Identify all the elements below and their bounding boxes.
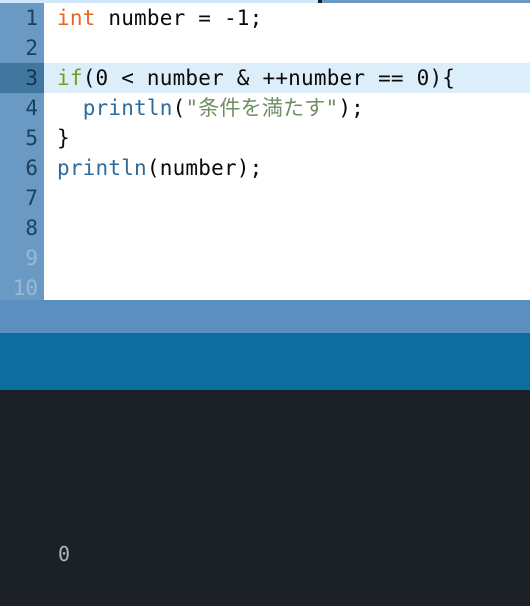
code-line-text[interactable] xyxy=(44,213,530,243)
code-line-list: 1 int number = -1; 2 3 if(0 < number & ++num… xyxy=(0,3,530,300)
code-line-row[interactable]: 2 xyxy=(0,33,530,63)
code-token-fn: println xyxy=(57,156,147,180)
code-token-plain: -1; xyxy=(223,6,263,30)
line-number[interactable]: 1 xyxy=(0,3,44,33)
code-line-text[interactable]: } xyxy=(44,123,530,153)
line-number[interactable]: 3 xyxy=(0,63,44,93)
code-line-text[interactable] xyxy=(44,183,530,213)
line-number[interactable]: 5 xyxy=(0,123,44,153)
code-token-str: "条件を満たす" xyxy=(185,96,339,120)
line-number[interactable]: 10 xyxy=(0,273,44,300)
code-line-text[interactable]: println(number); xyxy=(44,153,530,183)
code-line-row[interactable]: 9 xyxy=(0,243,530,273)
code-editor[interactable]: 1 int number = -1; 2 3 if(0 < number & ++num… xyxy=(0,3,530,300)
line-number[interactable]: 7 xyxy=(0,183,44,213)
code-token-plain: (0 < number & ++number == 0){ xyxy=(82,66,456,90)
code-token-kw: if xyxy=(57,66,83,90)
code-line-row[interactable]: 8 xyxy=(0,213,530,243)
console-output-line: 0 xyxy=(58,542,71,566)
panel-divider-lower-band xyxy=(0,333,530,390)
code-token-fn: println xyxy=(82,96,173,120)
code-line-row[interactable]: 1 int number = -1; xyxy=(0,3,530,33)
code-line-text[interactable]: println("条件を満たす"); xyxy=(44,93,530,123)
code-line-text[interactable] xyxy=(44,273,530,300)
console-panel[interactable]: 0 xyxy=(0,390,530,606)
code-token-plain: } xyxy=(57,126,70,150)
app-window: 1 int number = -1; 2 3 if(0 < number & ++num… xyxy=(0,0,530,606)
code-line-row[interactable]: 6 println(number); xyxy=(0,153,530,183)
code-line-row[interactable]: 4 println("条件を満たす"); xyxy=(0,93,530,123)
line-number[interactable]: 2 xyxy=(0,33,44,63)
code-line-text[interactable]: if(0 < number & ++number == 0){ xyxy=(44,63,530,93)
code-line-row[interactable]: 3 if(0 < number & ++number == 0){ xyxy=(0,63,530,93)
code-line-row[interactable]: 10 xyxy=(0,273,530,300)
line-number[interactable]: 6 xyxy=(0,153,44,183)
code-token-plain: number = xyxy=(95,6,224,30)
code-token-plain: (number); xyxy=(146,156,263,180)
code-line-text[interactable] xyxy=(44,33,530,63)
panel-divider-upper-band xyxy=(0,300,530,333)
code-token-plain: ( xyxy=(172,96,186,120)
code-line-text[interactable]: int number = -1; xyxy=(44,3,530,33)
line-number[interactable]: 9 xyxy=(0,243,44,273)
code-line-row[interactable]: 7 xyxy=(0,183,530,213)
code-line-row[interactable]: 5} xyxy=(0,123,530,153)
line-number[interactable]: 4 xyxy=(0,93,44,123)
code-line-text[interactable] xyxy=(44,243,530,273)
code-token-type: int xyxy=(57,6,96,30)
code-token-plain: ); xyxy=(338,96,365,120)
line-number[interactable]: 8 xyxy=(0,213,44,243)
